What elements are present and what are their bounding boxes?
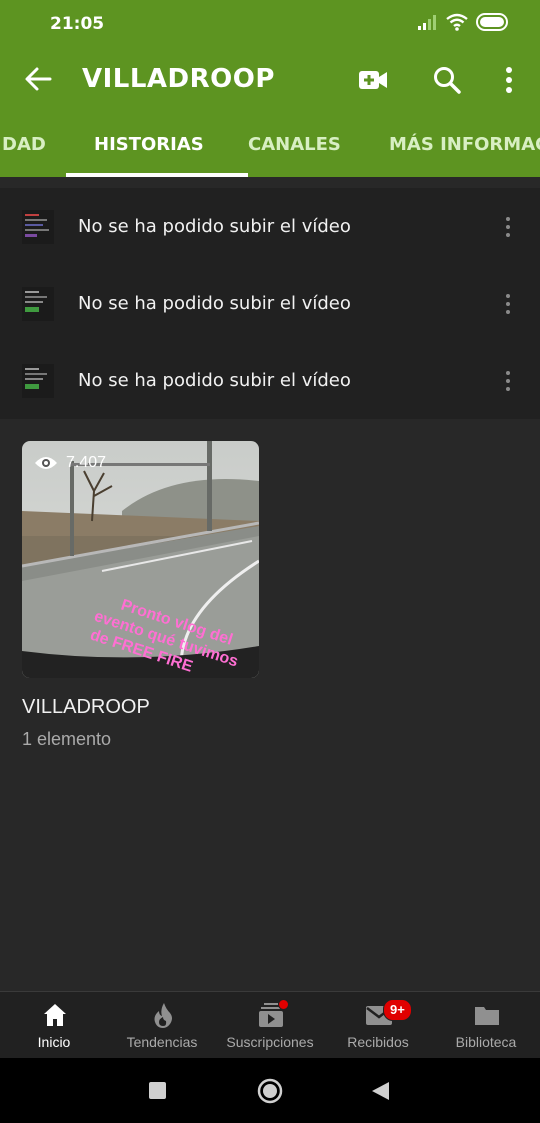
wifi-icon — [446, 13, 468, 31]
list-item[interactable]: No se ha podido subir el vídeo — [0, 265, 540, 342]
back-arrow-icon[interactable] — [24, 65, 52, 93]
road-scene-image: Pronto vlog del evento qué tuvimos de FR… — [22, 441, 259, 678]
more-options-icon[interactable] — [494, 65, 524, 95]
nav-suscripciones[interactable]: Suscripciones — [216, 992, 324, 1059]
view-count-value: 7.407 — [66, 454, 107, 471]
library-folder-icon — [475, 1007, 499, 1025]
upload-error-text: No se ha podido subir el vídeo — [78, 370, 351, 391]
status-bar: 21:05 — [0, 0, 540, 46]
nav-biblioteca[interactable]: Biblioteca — [432, 992, 540, 1059]
story-title[interactable]: VILLADROOP — [22, 696, 150, 719]
tab-mas-informacion[interactable]: MÁS INFORMACI — [389, 112, 540, 177]
video-thumbnail — [22, 364, 54, 398]
home-icon — [44, 1004, 66, 1026]
nav-recibidos[interactable]: 9+ Recibidos — [324, 992, 432, 1059]
add-video-icon[interactable] — [358, 65, 388, 95]
upload-list: No se ha podido subir el vídeo No se ha … — [0, 188, 540, 419]
search-icon[interactable] — [432, 65, 462, 95]
signal-icon — [418, 15, 436, 30]
nav-label: Inicio — [37, 1034, 71, 1050]
nav-label: Biblioteca — [455, 1034, 517, 1050]
notification-badge: 9+ — [383, 999, 412, 1021]
nav-inicio[interactable]: Inicio — [0, 992, 108, 1059]
more-options-icon[interactable] — [504, 216, 512, 238]
active-tab-indicator — [66, 173, 248, 177]
story-item-count: 1 elemento — [22, 729, 112, 749]
page-title: VILLADROOP — [82, 64, 275, 94]
system-navigation-bar — [0, 1058, 540, 1123]
tab-bar: DAD HISTORIAS CANALES MÁS INFORMACI — [0, 112, 540, 177]
video-thumbnail — [22, 287, 54, 321]
upload-error-text: No se ha podido subir el vídeo — [78, 216, 351, 237]
more-options-icon[interactable] — [504, 293, 512, 315]
more-options-icon[interactable] — [504, 370, 512, 392]
notification-dot — [278, 999, 289, 1010]
upload-error-text: No se ha podido subir el vídeo — [78, 293, 351, 314]
list-item[interactable]: No se ha podido subir el vídeo — [0, 342, 540, 419]
trending-flame-icon — [154, 1003, 172, 1028]
story-thumbnail[interactable]: Pronto vlog del evento qué tuvimos de FR… — [22, 441, 259, 678]
battery-icon — [476, 13, 508, 31]
list-item[interactable]: No se ha podido subir el vídeo — [0, 188, 540, 265]
tab-historias[interactable]: HISTORIAS — [94, 112, 204, 177]
status-time: 21:05 — [50, 14, 105, 34]
app-bar: VILLADROOP — [0, 46, 540, 112]
nav-tendencias[interactable]: Tendencias — [108, 992, 216, 1059]
eye-icon — [35, 457, 57, 469]
video-thumbnail — [22, 210, 54, 244]
recents-square-icon[interactable] — [149, 1082, 166, 1099]
tab-canales[interactable]: CANALES — [248, 112, 341, 177]
view-count: 7.407 — [34, 454, 106, 472]
back-triangle-icon[interactable] — [372, 1082, 389, 1100]
home-circle-icon[interactable] — [257, 1078, 283, 1104]
bottom-navigation: Inicio Tendencias Suscripciones 9+ Recib… — [0, 991, 540, 1059]
nav-label: Recibidos — [347, 1034, 409, 1050]
nav-label: Suscripciones — [226, 1034, 314, 1050]
tab-comunidad[interactable]: DAD — [2, 112, 46, 177]
nav-label: Tendencias — [126, 1034, 198, 1050]
